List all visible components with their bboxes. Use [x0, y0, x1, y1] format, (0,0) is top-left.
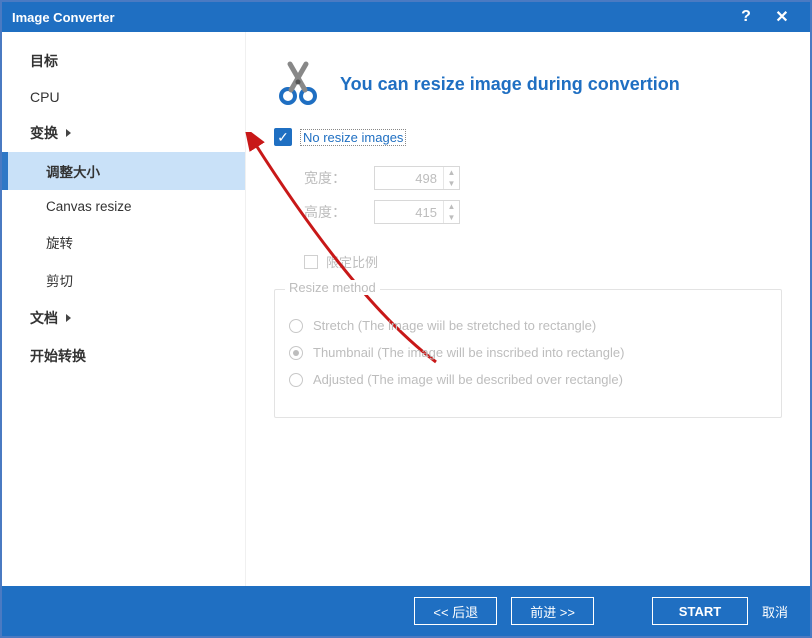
resize-method-group: Resize method Stretch (The image wiil be… [274, 289, 782, 418]
scissors-icon [274, 60, 322, 108]
height-down-icon[interactable]: ▼ [444, 212, 459, 223]
sidebar-item-cpu[interactable]: CPU [2, 80, 245, 114]
close-button[interactable]: ✕ [764, 2, 800, 32]
height-label: 高度： [304, 202, 374, 222]
forward-button[interactable]: 前进 >> [511, 597, 594, 625]
sidebar-subitem-rotate[interactable]: 旋转 [2, 223, 245, 261]
titlebar: Image Converter ? ✕ [2, 2, 810, 32]
radio-thumbnail-label: Thumbnail (The image will be inscribed i… [313, 345, 624, 360]
radio-adjusted[interactable]: Adjusted (The image will be described ov… [289, 372, 767, 387]
start-button[interactable]: START [652, 597, 748, 625]
footer: << 后退 前进 >> START 取消 [2, 586, 810, 636]
height-up-icon[interactable]: ▲ [444, 201, 459, 212]
resize-method-legend: Resize method [285, 280, 380, 295]
sidebar-subitem-canvas-resize[interactable]: Canvas resize [2, 190, 245, 223]
proportional-checkbox[interactable] [304, 255, 318, 269]
radio-stretch[interactable]: Stretch (The image wiil be stretched to … [289, 318, 767, 333]
width-label: 宽度： [304, 168, 374, 188]
radio-adjusted-label: Adjusted (The image will be described ov… [313, 372, 623, 387]
height-input[interactable] [375, 201, 443, 223]
no-resize-checkbox[interactable]: ✓ [274, 128, 292, 146]
radio-thumbnail-icon [289, 346, 303, 360]
help-button[interactable]: ? [728, 2, 764, 32]
page-title: You can resize image during convertion [340, 74, 680, 95]
sidebar: 目标 CPU 变换 调整大小 Canvas resize 旋转 剪切 文档 开始… [2, 32, 246, 586]
back-button[interactable]: << 后退 [414, 597, 497, 625]
radio-stretch-icon [289, 319, 303, 333]
cancel-button[interactable]: 取消 [762, 597, 788, 625]
no-resize-label[interactable]: No resize images [300, 129, 406, 146]
width-input[interactable] [375, 167, 443, 189]
sidebar-subitem-crop[interactable]: 剪切 [2, 261, 245, 299]
width-up-icon[interactable]: ▲ [444, 167, 459, 178]
sidebar-item-document[interactable]: 文档 [2, 299, 245, 337]
content-panel: You can resize image during convertion ✓… [246, 32, 810, 586]
sidebar-item-destination[interactable]: 目标 [2, 42, 245, 80]
width-down-icon[interactable]: ▼ [444, 178, 459, 189]
width-stepper[interactable]: ▲▼ [374, 166, 460, 190]
radio-stretch-label: Stretch (The image wiil be stretched to … [313, 318, 596, 333]
window-title: Image Converter [12, 10, 115, 25]
sidebar-item-transform[interactable]: 变换 [2, 114, 245, 152]
sidebar-subitem-resize[interactable]: 调整大小 [2, 152, 245, 190]
proportional-label: 限定比例 [326, 252, 378, 271]
radio-adjusted-icon [289, 373, 303, 387]
height-stepper[interactable]: ▲▼ [374, 200, 460, 224]
sidebar-item-start-convert[interactable]: 开始转换 [2, 337, 245, 375]
radio-thumbnail[interactable]: Thumbnail (The image will be inscribed i… [289, 345, 767, 360]
